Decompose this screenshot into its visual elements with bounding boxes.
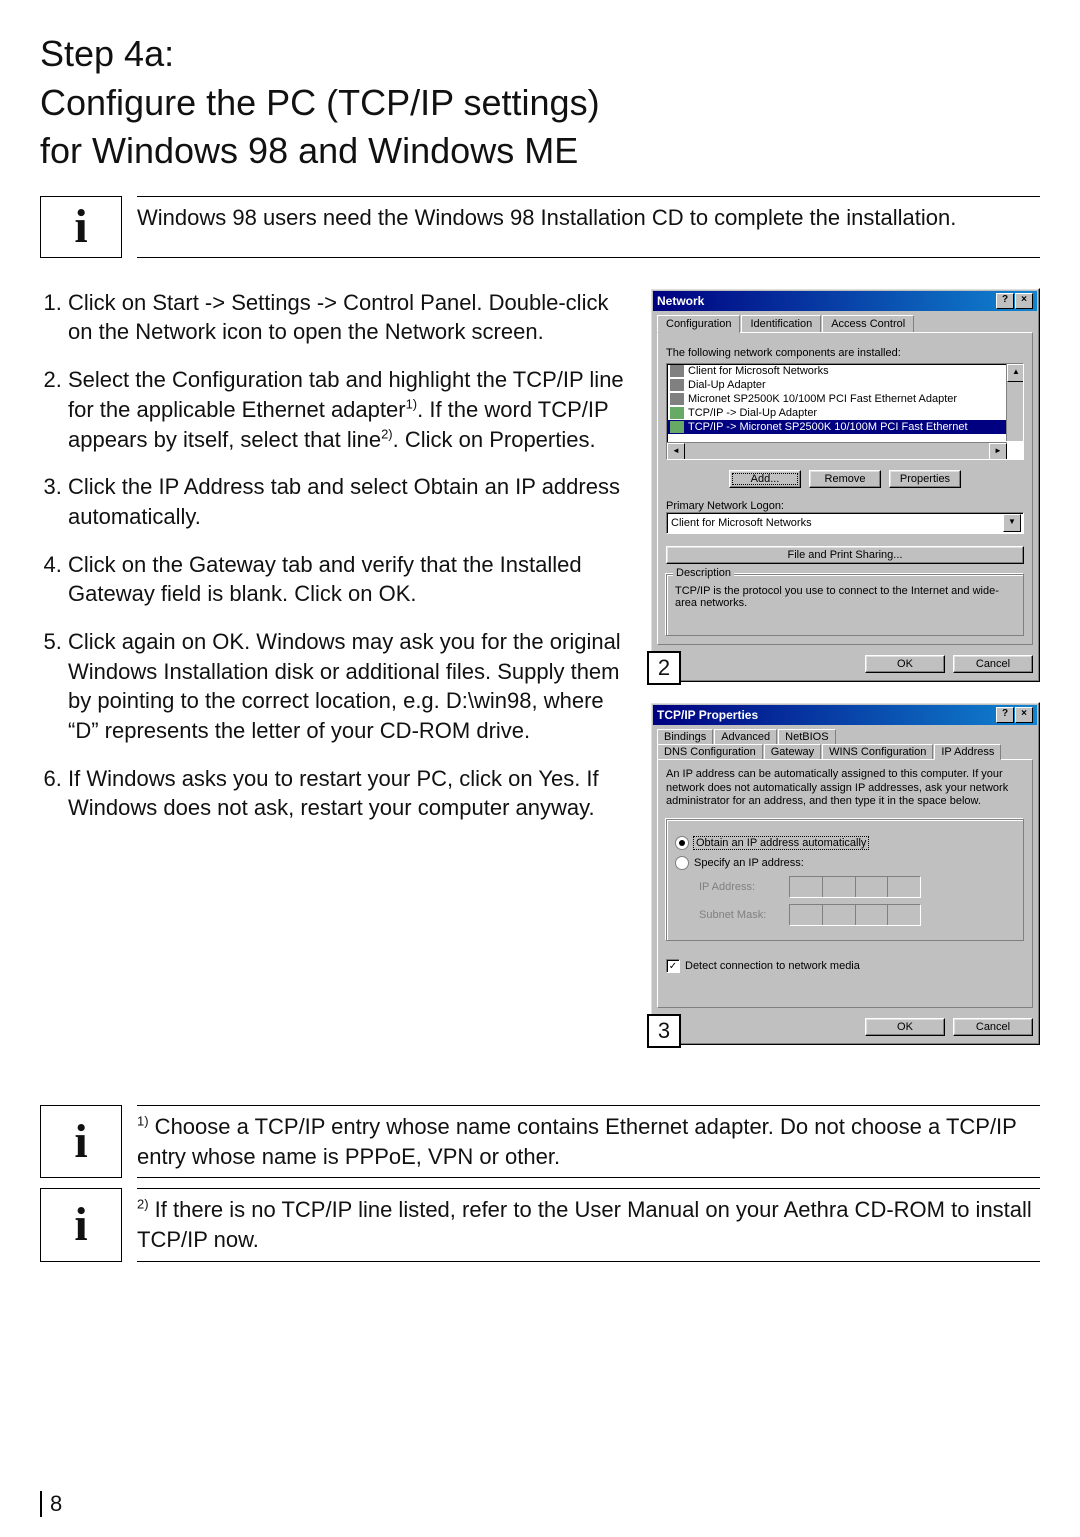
ok-button[interactable]: OK xyxy=(865,1018,945,1036)
scrollbar-horizontal[interactable]: ◄► xyxy=(667,442,1007,459)
ok-button[interactable]: OK xyxy=(865,655,945,673)
close-icon[interactable]: × xyxy=(1015,707,1033,723)
tab-configuration[interactable]: Configuration xyxy=(657,315,740,333)
list-item-selected[interactable]: TCP/IP -> Micronet SP2500K 10/100M PCI F… xyxy=(667,420,1023,434)
tab-gateway[interactable]: Gateway xyxy=(764,744,821,759)
ip-address-input xyxy=(789,876,921,898)
info-icon: i xyxy=(40,196,122,258)
page-title: Step 4a: Configure the PC (TCP/IP settin… xyxy=(40,30,1040,176)
step-marker-3: 3 xyxy=(647,1014,681,1048)
close-icon[interactable]: × xyxy=(1015,293,1033,309)
network-titlebar[interactable]: Network ? × xyxy=(653,291,1037,311)
figure-network-dialog: Network ? × Configuration Identification… xyxy=(650,288,1040,682)
remove-button[interactable]: Remove xyxy=(809,470,881,488)
checkbox-icon: ✓ xyxy=(666,959,680,973)
ip-address-blurb: An IP address can be automatically assig… xyxy=(666,768,1024,809)
figure-tcpip-dialog: TCP/IP Properties ? × Bindings Advanced … xyxy=(650,702,1040,1045)
step-4: Click on the Gateway tab and verify that… xyxy=(68,550,625,609)
info-icon: i xyxy=(40,1188,122,1261)
radio-icon xyxy=(675,856,689,870)
help-icon[interactable]: ? xyxy=(996,707,1014,723)
tcpip-titlebar[interactable]: TCP/IP Properties ? × xyxy=(653,705,1037,725)
cancel-button[interactable]: Cancel xyxy=(953,655,1033,673)
info-box-top: i Windows 98 users need the Windows 98 I… xyxy=(40,196,1040,258)
step-1: Click on Start -> Settings -> Control Pa… xyxy=(68,288,625,347)
step-2: Select the Configuration tab and highlig… xyxy=(68,365,625,454)
list-item[interactable]: Dial-Up Adapter xyxy=(667,378,1023,392)
primary-logon-combo[interactable]: Client for Microsoft Networks ▼ xyxy=(666,512,1024,534)
chevron-down-icon[interactable]: ▼ xyxy=(1003,514,1021,532)
network-title: Network xyxy=(657,294,704,308)
step-6: If Windows asks you to restart your PC, … xyxy=(68,764,625,823)
step-5: Click again on OK. Windows may ask you f… xyxy=(68,627,625,746)
list-item[interactable]: TCP/IP -> Dial-Up Adapter xyxy=(667,406,1023,420)
file-print-sharing-button[interactable]: File and Print Sharing... xyxy=(666,546,1024,564)
info-icon: i xyxy=(40,1105,122,1178)
tcpip-title: TCP/IP Properties xyxy=(657,708,758,722)
step-3: Click the IP Address tab and select Obta… xyxy=(68,472,625,531)
description-legend: Description xyxy=(673,567,734,579)
properties-button[interactable]: Properties xyxy=(889,470,961,488)
installed-components-label: The following network components are ins… xyxy=(666,347,1024,359)
steps-list: Click on Start -> Settings -> Control Pa… xyxy=(40,288,625,1045)
scrollbar-vertical[interactable]: ▲ xyxy=(1006,364,1023,441)
footnote-1-box: i 1) Choose a TCP/IP entry whose name co… xyxy=(40,1105,1040,1178)
tab-access-control[interactable]: Access Control xyxy=(822,315,914,332)
description-text: TCP/IP is the protocol you use to connec… xyxy=(675,585,1015,609)
tab-dns-configuration[interactable]: DNS Configuration xyxy=(657,744,763,759)
footnote-2-text: 2) If there is no TCP/IP line listed, re… xyxy=(137,1188,1040,1261)
help-icon[interactable]: ? xyxy=(996,293,1014,309)
tab-wins-configuration[interactable]: WINS Configuration xyxy=(822,744,933,759)
list-item[interactable]: Micronet SP2500K 10/100M PCI Fast Ethern… xyxy=(667,392,1023,406)
add-button[interactable]: Add... xyxy=(729,470,801,488)
primary-logon-label: Primary Network Logon: xyxy=(666,500,1024,512)
footnote-1-text: 1) Choose a TCP/IP entry whose name cont… xyxy=(137,1105,1040,1178)
tab-netbios[interactable]: NetBIOS xyxy=(778,729,835,744)
tab-ip-address[interactable]: IP Address xyxy=(934,744,1001,760)
ip-address-label: IP Address: xyxy=(699,881,779,893)
tab-identification[interactable]: Identification xyxy=(741,315,821,332)
subnet-mask-input xyxy=(789,904,921,926)
page-number: 8 xyxy=(40,1491,62,1517)
list-item[interactable]: Client for Microsoft Networks xyxy=(667,364,1023,378)
info-text: Windows 98 users need the Windows 98 Ins… xyxy=(137,196,1040,258)
footnote-2-box: i 2) If there is no TCP/IP line listed, … xyxy=(40,1188,1040,1261)
radio-icon xyxy=(675,836,689,850)
detect-connection-checkbox[interactable]: ✓ Detect connection to network media xyxy=(666,959,1024,973)
cancel-button[interactable]: Cancel xyxy=(953,1018,1033,1036)
radio-obtain-auto[interactable]: Obtain an IP address automatically xyxy=(675,836,1015,850)
tab-bindings[interactable]: Bindings xyxy=(657,729,713,744)
subnet-mask-label: Subnet Mask: xyxy=(699,909,779,921)
components-listbox[interactable]: Client for Microsoft Networks Dial-Up Ad… xyxy=(666,363,1024,460)
radio-specify-ip[interactable]: Specify an IP address: xyxy=(675,856,1015,870)
tab-advanced[interactable]: Advanced xyxy=(714,729,777,744)
step-marker-2: 2 xyxy=(647,651,681,685)
